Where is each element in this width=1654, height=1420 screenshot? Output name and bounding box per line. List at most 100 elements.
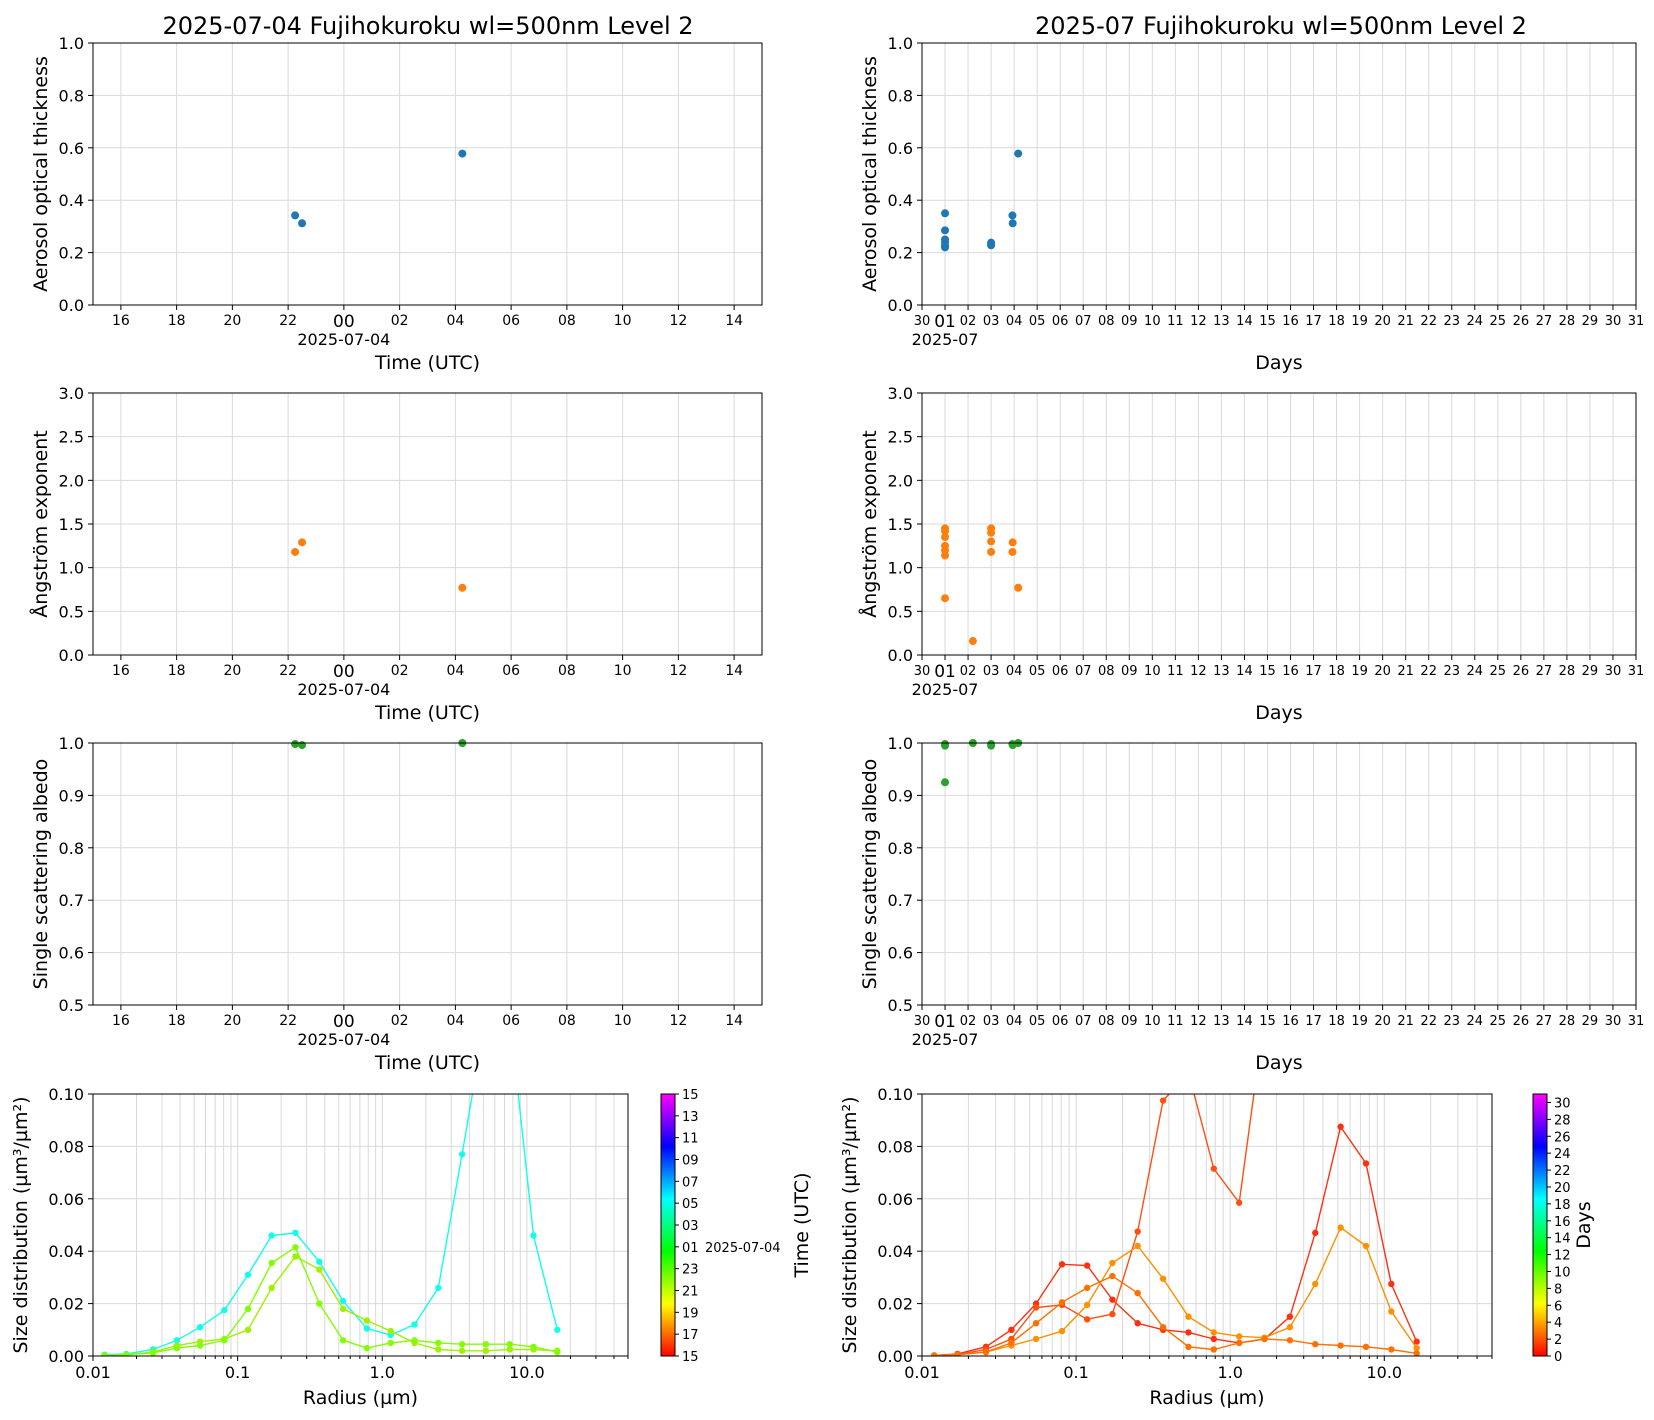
x-tick-label: 02 — [960, 314, 977, 329]
x-tick-label: 07 — [1075, 314, 1092, 329]
x-tick-label: 23 — [1443, 314, 1460, 329]
data-point — [316, 1266, 323, 1273]
x-date-label: 2025-07-04 — [297, 330, 390, 349]
colorbar-tick-label: 15 — [682, 1088, 699, 1103]
colorbar-tick-label: 28 — [1554, 1113, 1571, 1128]
colorbar-gradient — [660, 1093, 676, 1357]
y-axis-label: Size distribution (µm³/µm²) — [10, 1096, 32, 1353]
colorbar-tick-label: 26 — [1554, 1130, 1571, 1145]
y-tick-label: 0.0 — [59, 646, 84, 665]
x-axis-label: Time (UTC) — [374, 1052, 480, 1074]
x-tick-label: 1.0 — [370, 1363, 395, 1382]
monthly-angstrom-panel: 0.00.51.01.52.02.53.030 01 02 03 04 05 06 07 08 0… — [858, 384, 1644, 724]
data-point — [1388, 1308, 1395, 1315]
y-tick-label: 0.00 — [877, 1347, 913, 1366]
x-tick-label: 01 — [934, 312, 956, 332]
colorbar-tick-label: 22 — [1554, 1164, 1571, 1179]
x-tick-label: 24 — [1467, 314, 1484, 329]
x-tick-label: 16 — [1282, 314, 1299, 329]
y-tick-label: 1.0 — [888, 34, 913, 53]
x-tick-label: 30 — [1605, 1014, 1622, 1029]
x-tick-label: 12 — [669, 663, 687, 679]
right-title: 2025-07 Fujihokuroku wl=500nm Level 2 — [1035, 12, 1527, 40]
colorbar-tick-label: 20 — [1554, 1181, 1571, 1196]
data-point — [221, 1306, 228, 1314]
x-tick-label: 28 — [1559, 1014, 1576, 1029]
data-point — [291, 547, 300, 556]
x-tick-label: 25 — [1490, 664, 1507, 679]
data-point — [387, 1327, 394, 1335]
data-point — [941, 209, 950, 218]
x-tick-label: 26 — [1513, 664, 1530, 679]
y-tick-label: 1.0 — [888, 559, 913, 578]
data-point — [1058, 1299, 1066, 1306]
axes-frame — [92, 42, 763, 306]
left-title: 2025-07-04 Fujihokuroku wl=500nm Level 2 — [162, 12, 693, 40]
series-line — [104, 1246, 558, 1356]
x-tick-label: 11 — [1167, 664, 1184, 679]
series-line — [104, 1255, 558, 1356]
x-tick-label: 13 — [1213, 314, 1230, 329]
x-axis-label: Radius (µm) — [303, 1387, 418, 1409]
x-axis-label: Days — [1255, 702, 1302, 724]
data-point — [316, 1300, 323, 1307]
x-tick-label: 31 — [1628, 664, 1645, 679]
y-tick-label: 0.7 — [59, 891, 84, 910]
colorbar-gradient — [1532, 1093, 1548, 1357]
data-point — [1109, 1296, 1116, 1303]
x-tick-label: 17 — [1305, 1014, 1322, 1029]
y-tick-label: 0.4 — [888, 191, 913, 210]
y-tick-label: 0.2 — [888, 244, 913, 263]
x-tick-label: 18 — [1328, 314, 1345, 329]
x-tick-label: 14 — [725, 663, 743, 679]
x-tick-label: 00 — [333, 312, 355, 332]
data-point — [554, 1348, 561, 1356]
data-point — [1032, 1320, 1040, 1327]
x-tick-label: 10 — [1144, 1014, 1161, 1029]
data-point — [1134, 1289, 1141, 1297]
x-tick-label: 23 — [1443, 1014, 1460, 1029]
x-date-label: 2025-07 — [912, 1030, 979, 1049]
x-tick-label: 16 — [1282, 1014, 1299, 1029]
x-tick-label: 15 — [1259, 1014, 1276, 1029]
data-point — [1109, 1272, 1116, 1280]
data-point — [1008, 547, 1017, 556]
data-point — [1388, 1346, 1395, 1353]
data-point — [1286, 1337, 1294, 1344]
y-tick-label: 3.0 — [59, 384, 84, 403]
colorbar-tick-label: 03 — [682, 1219, 699, 1234]
data-point — [482, 1341, 490, 1348]
colorbar-tick-label: 24 — [1554, 1147, 1571, 1162]
x-tick-label: 06 — [1052, 664, 1069, 679]
data-point — [1210, 1329, 1218, 1336]
y-tick-label: 0.06 — [48, 1190, 84, 1209]
data-point — [1235, 1333, 1243, 1340]
colorbar-tick-label: 09 — [682, 1154, 699, 1169]
data-point — [1008, 219, 1017, 228]
x-tick-label: 03 — [983, 664, 1000, 679]
data-point — [987, 528, 996, 537]
y-tick-label: 2.5 — [888, 428, 913, 447]
data-point — [268, 1259, 275, 1267]
y-tick-label: 0.6 — [59, 944, 84, 963]
x-tick-label: 06 — [502, 313, 520, 329]
x-tick-label: 20 — [223, 663, 241, 679]
x-tick-label: 02 — [391, 1013, 409, 1029]
data-point — [149, 1349, 157, 1356]
x-tick-label: 14 — [1236, 314, 1253, 329]
data-point — [292, 1229, 299, 1237]
data-point — [1210, 1165, 1218, 1172]
x-tick-label: 22 — [279, 313, 297, 329]
colorbar-tick-label: 8 — [1554, 1282, 1562, 1297]
x-tick-label: 08 — [558, 313, 576, 329]
y-tick-label: 2.0 — [59, 471, 84, 490]
x-tick-label: 12 — [669, 1013, 687, 1029]
daily-aod-panel: 0.0 0.2 0.4 0.6 0.8 1.0 16 18 20 22 00 02 04 06 08 10 12… — [30, 34, 763, 374]
data-point — [1185, 1070, 1191, 1076]
colorbar-tick-label: 0 — [1554, 1350, 1562, 1365]
data-point — [530, 1343, 537, 1351]
data-point — [458, 1341, 466, 1348]
data-point — [1058, 1327, 1066, 1335]
data-point — [1413, 1012, 1419, 1018]
data-point — [435, 1346, 442, 1353]
